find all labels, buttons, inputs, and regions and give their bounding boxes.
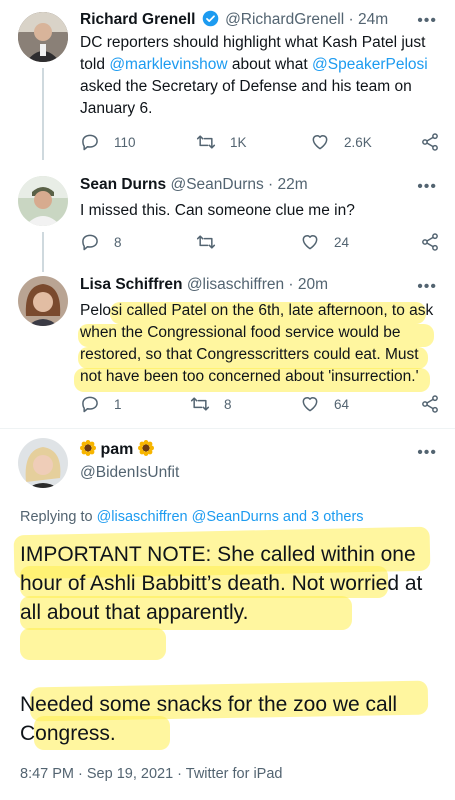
heart-icon bbox=[302, 235, 318, 250]
tweet-sean-durns[interactable]: Sean Durns @SeanDurns · 22m ••• I missed… bbox=[0, 176, 455, 272]
main-tweet-paragraph-2: Needed some snacks for the zoo we call C… bbox=[20, 693, 398, 745]
avatar[interactable] bbox=[18, 12, 68, 62]
tweet-richard-grenell[interactable]: Richard Grenell @RichardGrenell · 24m ••… bbox=[0, 10, 455, 160]
avatar[interactable] bbox=[18, 276, 68, 326]
like-count: 64 bbox=[334, 396, 350, 412]
retweet-count: 1K bbox=[230, 134, 247, 150]
like-button[interactable]: 64 bbox=[300, 394, 349, 414]
mention-link[interactable]: @SpeakerPelosi bbox=[312, 56, 428, 73]
more-options-icon[interactable]: ••• bbox=[417, 444, 437, 462]
replying-to-links[interactable]: @lisaschiffren @SeanDurns and 3 others bbox=[97, 509, 364, 525]
thread-line bbox=[42, 68, 44, 160]
tweet-text: DC reporters should highlight what Kash … bbox=[80, 32, 435, 120]
divider bbox=[0, 428, 455, 429]
reply-icon bbox=[82, 234, 98, 251]
handle[interactable]: @BidenIsUnfit bbox=[80, 464, 179, 482]
retweet-icon bbox=[190, 397, 210, 411]
display-name[interactable]: Richard Grenell bbox=[80, 11, 195, 28]
action-bar: 1 8 64 bbox=[80, 394, 442, 418]
display-name[interactable]: pam bbox=[100, 441, 133, 458]
share-button[interactable] bbox=[420, 232, 440, 252]
tweet-text: Pelosi called Patel on the 6th, late aft… bbox=[80, 302, 434, 385]
like-count: 24 bbox=[334, 234, 350, 250]
retweet-button[interactable]: 1K bbox=[196, 132, 247, 152]
tweet-text: I missed this. Can someone clue me in? bbox=[80, 202, 355, 219]
reply-count: 8 bbox=[114, 234, 122, 250]
reply-count: 110 bbox=[114, 134, 136, 150]
avatar[interactable] bbox=[18, 438, 68, 488]
timestamp[interactable]: · 20m bbox=[288, 276, 328, 293]
more-options-icon[interactable]: ••• bbox=[417, 278, 437, 296]
reply-button[interactable]: 1 bbox=[80, 394, 122, 414]
more-options-icon[interactable]: ••• bbox=[417, 12, 437, 30]
replying-to: Replying to @lisaschiffren @SeanDurns an… bbox=[20, 509, 364, 525]
retweet-count: 8 bbox=[224, 396, 232, 412]
tweet-header: Lisa Schiffren @lisaschiffren · 20m bbox=[80, 276, 328, 294]
tweet-header: Richard Grenell @RichardGrenell · 24m bbox=[80, 10, 388, 29]
main-tweet-paragraph-1: IMPORTANT NOTE: She called within one ho… bbox=[20, 543, 423, 624]
text-segment: about what bbox=[227, 56, 313, 73]
share-icon bbox=[422, 395, 438, 413]
like-button[interactable]: 24 bbox=[300, 232, 349, 252]
retweet-button[interactable]: 8 bbox=[190, 394, 232, 414]
share-button[interactable] bbox=[420, 394, 440, 414]
action-bar: 8 24 bbox=[80, 232, 442, 256]
thread-line bbox=[42, 232, 44, 272]
handle[interactable]: @RichardGrenell bbox=[225, 11, 344, 28]
main-tweet-header: pam bbox=[80, 440, 154, 459]
display-name[interactable]: Sean Durns bbox=[80, 176, 166, 193]
reply-count: 1 bbox=[114, 396, 122, 412]
retweet-icon bbox=[196, 235, 216, 249]
timestamp[interactable]: · 22m bbox=[268, 176, 308, 193]
like-button[interactable]: 2.6K bbox=[310, 132, 372, 152]
highlighter-mark bbox=[20, 628, 166, 660]
sunflower-icon bbox=[137, 440, 154, 456]
action-bar: 110 1K 2.6K bbox=[80, 132, 442, 156]
handle[interactable]: @SeanDurns bbox=[170, 176, 263, 193]
replying-to-label: Replying to bbox=[20, 509, 93, 525]
heart-icon bbox=[312, 135, 328, 150]
tweet-lisa-schiffren[interactable]: Lisa Schiffren @lisaschiffren · 20m ••• … bbox=[0, 276, 455, 421]
timestamp[interactable]: · 24m bbox=[349, 11, 389, 28]
retweet-button[interactable] bbox=[196, 232, 230, 252]
text-segment: asked the Secretary of Defense and his t… bbox=[80, 78, 412, 117]
heart-icon bbox=[302, 397, 318, 412]
verified-badge-icon bbox=[202, 10, 219, 27]
share-icon bbox=[422, 133, 438, 151]
reply-button[interactable]: 110 bbox=[80, 132, 136, 152]
reply-icon bbox=[82, 396, 98, 413]
handle[interactable]: @lisaschiffren bbox=[187, 276, 284, 293]
share-button[interactable] bbox=[420, 132, 440, 152]
like-count: 2.6K bbox=[344, 134, 372, 150]
tweet-timestamp-footer[interactable]: 8:47 PM · Sep 19, 2021 · Twitter for iPa… bbox=[20, 766, 282, 782]
reply-icon bbox=[82, 134, 98, 151]
retweet-icon bbox=[196, 135, 216, 149]
share-icon bbox=[422, 233, 438, 251]
mention-link[interactable]: @marklevinshow bbox=[109, 56, 227, 73]
avatar[interactable] bbox=[18, 176, 68, 226]
reply-button[interactable]: 8 bbox=[80, 232, 122, 252]
more-options-icon[interactable]: ••• bbox=[417, 178, 437, 196]
tweet-header: Sean Durns @SeanDurns · 22m bbox=[80, 176, 308, 194]
sunflower-icon bbox=[80, 440, 96, 456]
display-name[interactable]: Lisa Schiffren bbox=[80, 276, 183, 293]
